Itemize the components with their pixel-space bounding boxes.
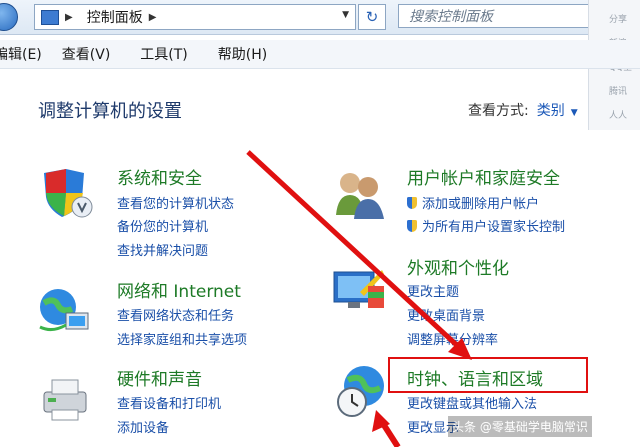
breadcrumb-control-panel[interactable]: 控制面板 xyxy=(87,7,143,27)
refresh-button[interactable]: ↻ xyxy=(358,4,386,30)
category-network-internet[interactable]: 网络和 Internet xyxy=(117,277,241,302)
link-devices-printers[interactable]: 查看设备和打印机 xyxy=(117,393,221,412)
control-panel-icon xyxy=(41,9,59,25)
link-homegroup-sharing[interactable]: 选择家庭组和共享选项 xyxy=(117,329,247,348)
appearance-icon[interactable] xyxy=(330,262,386,318)
clock-language-icon[interactable] xyxy=(334,362,390,418)
menu-help[interactable]: 帮助(H) xyxy=(218,44,267,64)
link-add-remove-accounts[interactable]: 添加或删除用户帐户 xyxy=(407,193,539,212)
link-backup-computer[interactable]: 备份您的计算机 xyxy=(117,216,208,235)
back-button[interactable] xyxy=(0,3,18,31)
side-item[interactable]: 人人 xyxy=(589,104,640,128)
chevron-down-icon[interactable]: ▼ xyxy=(571,108,578,118)
category-hardware-sound[interactable]: 硬件和声音 xyxy=(117,365,202,390)
network-internet-icon[interactable] xyxy=(36,281,92,337)
menu-bar: 编辑(E) 查看(V) 工具(T) 帮助(H) xyxy=(0,40,640,69)
highlight-box xyxy=(388,357,588,393)
category-system-security[interactable]: 系统和安全 xyxy=(117,164,202,189)
address-field[interactable]: ▶ 控制面板 ▶ ▼ xyxy=(34,4,356,30)
link-parental-controls[interactable]: 为所有用户设置家长控制 xyxy=(407,216,565,235)
link-adjust-resolution[interactable]: 调整屏幕分辨率 xyxy=(407,329,498,348)
page-title: 调整计算机的设置 xyxy=(38,101,182,122)
watermark: 头条 @零基础学电脑常识 xyxy=(448,416,592,437)
view-mode-label: 查看方式: xyxy=(468,103,529,119)
category-appearance[interactable]: 外观和个性化 xyxy=(407,254,509,279)
view-mode-select[interactable]: 类别 xyxy=(537,103,565,119)
uac-shield-icon xyxy=(407,197,417,209)
system-security-icon[interactable] xyxy=(38,165,94,221)
chevron-right-icon[interactable]: ▶ xyxy=(149,12,157,23)
link-change-desktop-background[interactable]: 更改桌面背景 xyxy=(407,305,485,324)
link-add-device[interactable]: 添加设备 xyxy=(117,417,169,436)
menu-edit[interactable]: 编辑(E) xyxy=(0,44,42,64)
menu-tools[interactable]: 工具(T) xyxy=(140,44,187,64)
link-change-keyboard-input[interactable]: 更改键盘或其他输入法 xyxy=(407,393,537,412)
chevron-down-icon[interactable]: ▼ xyxy=(342,10,349,20)
user-accounts-icon[interactable] xyxy=(332,165,388,221)
side-item[interactable]: 腾讯 xyxy=(589,80,640,104)
hardware-sound-icon[interactable] xyxy=(38,370,94,426)
link-view-computer-status[interactable]: 查看您的计算机状态 xyxy=(117,193,234,212)
link-network-status[interactable]: 查看网络状态和任务 xyxy=(117,305,234,324)
chevron-right-icon[interactable]: ▶ xyxy=(65,12,73,23)
uac-shield-icon xyxy=(407,220,417,232)
link-troubleshoot[interactable]: 查找并解决问题 xyxy=(117,240,208,259)
view-mode: 查看方式: 类别 ▼ xyxy=(468,100,578,120)
link-change-theme[interactable]: 更改主题 xyxy=(407,281,459,300)
side-item[interactable]: 分享 xyxy=(589,8,640,32)
menu-view[interactable]: 查看(V) xyxy=(62,44,111,64)
category-user-accounts[interactable]: 用户帐户和家庭安全 xyxy=(407,164,560,189)
address-bar-area: ▶ 控制面板 ▶ ▼ ↻ 搜索控制面板 xyxy=(0,0,640,35)
